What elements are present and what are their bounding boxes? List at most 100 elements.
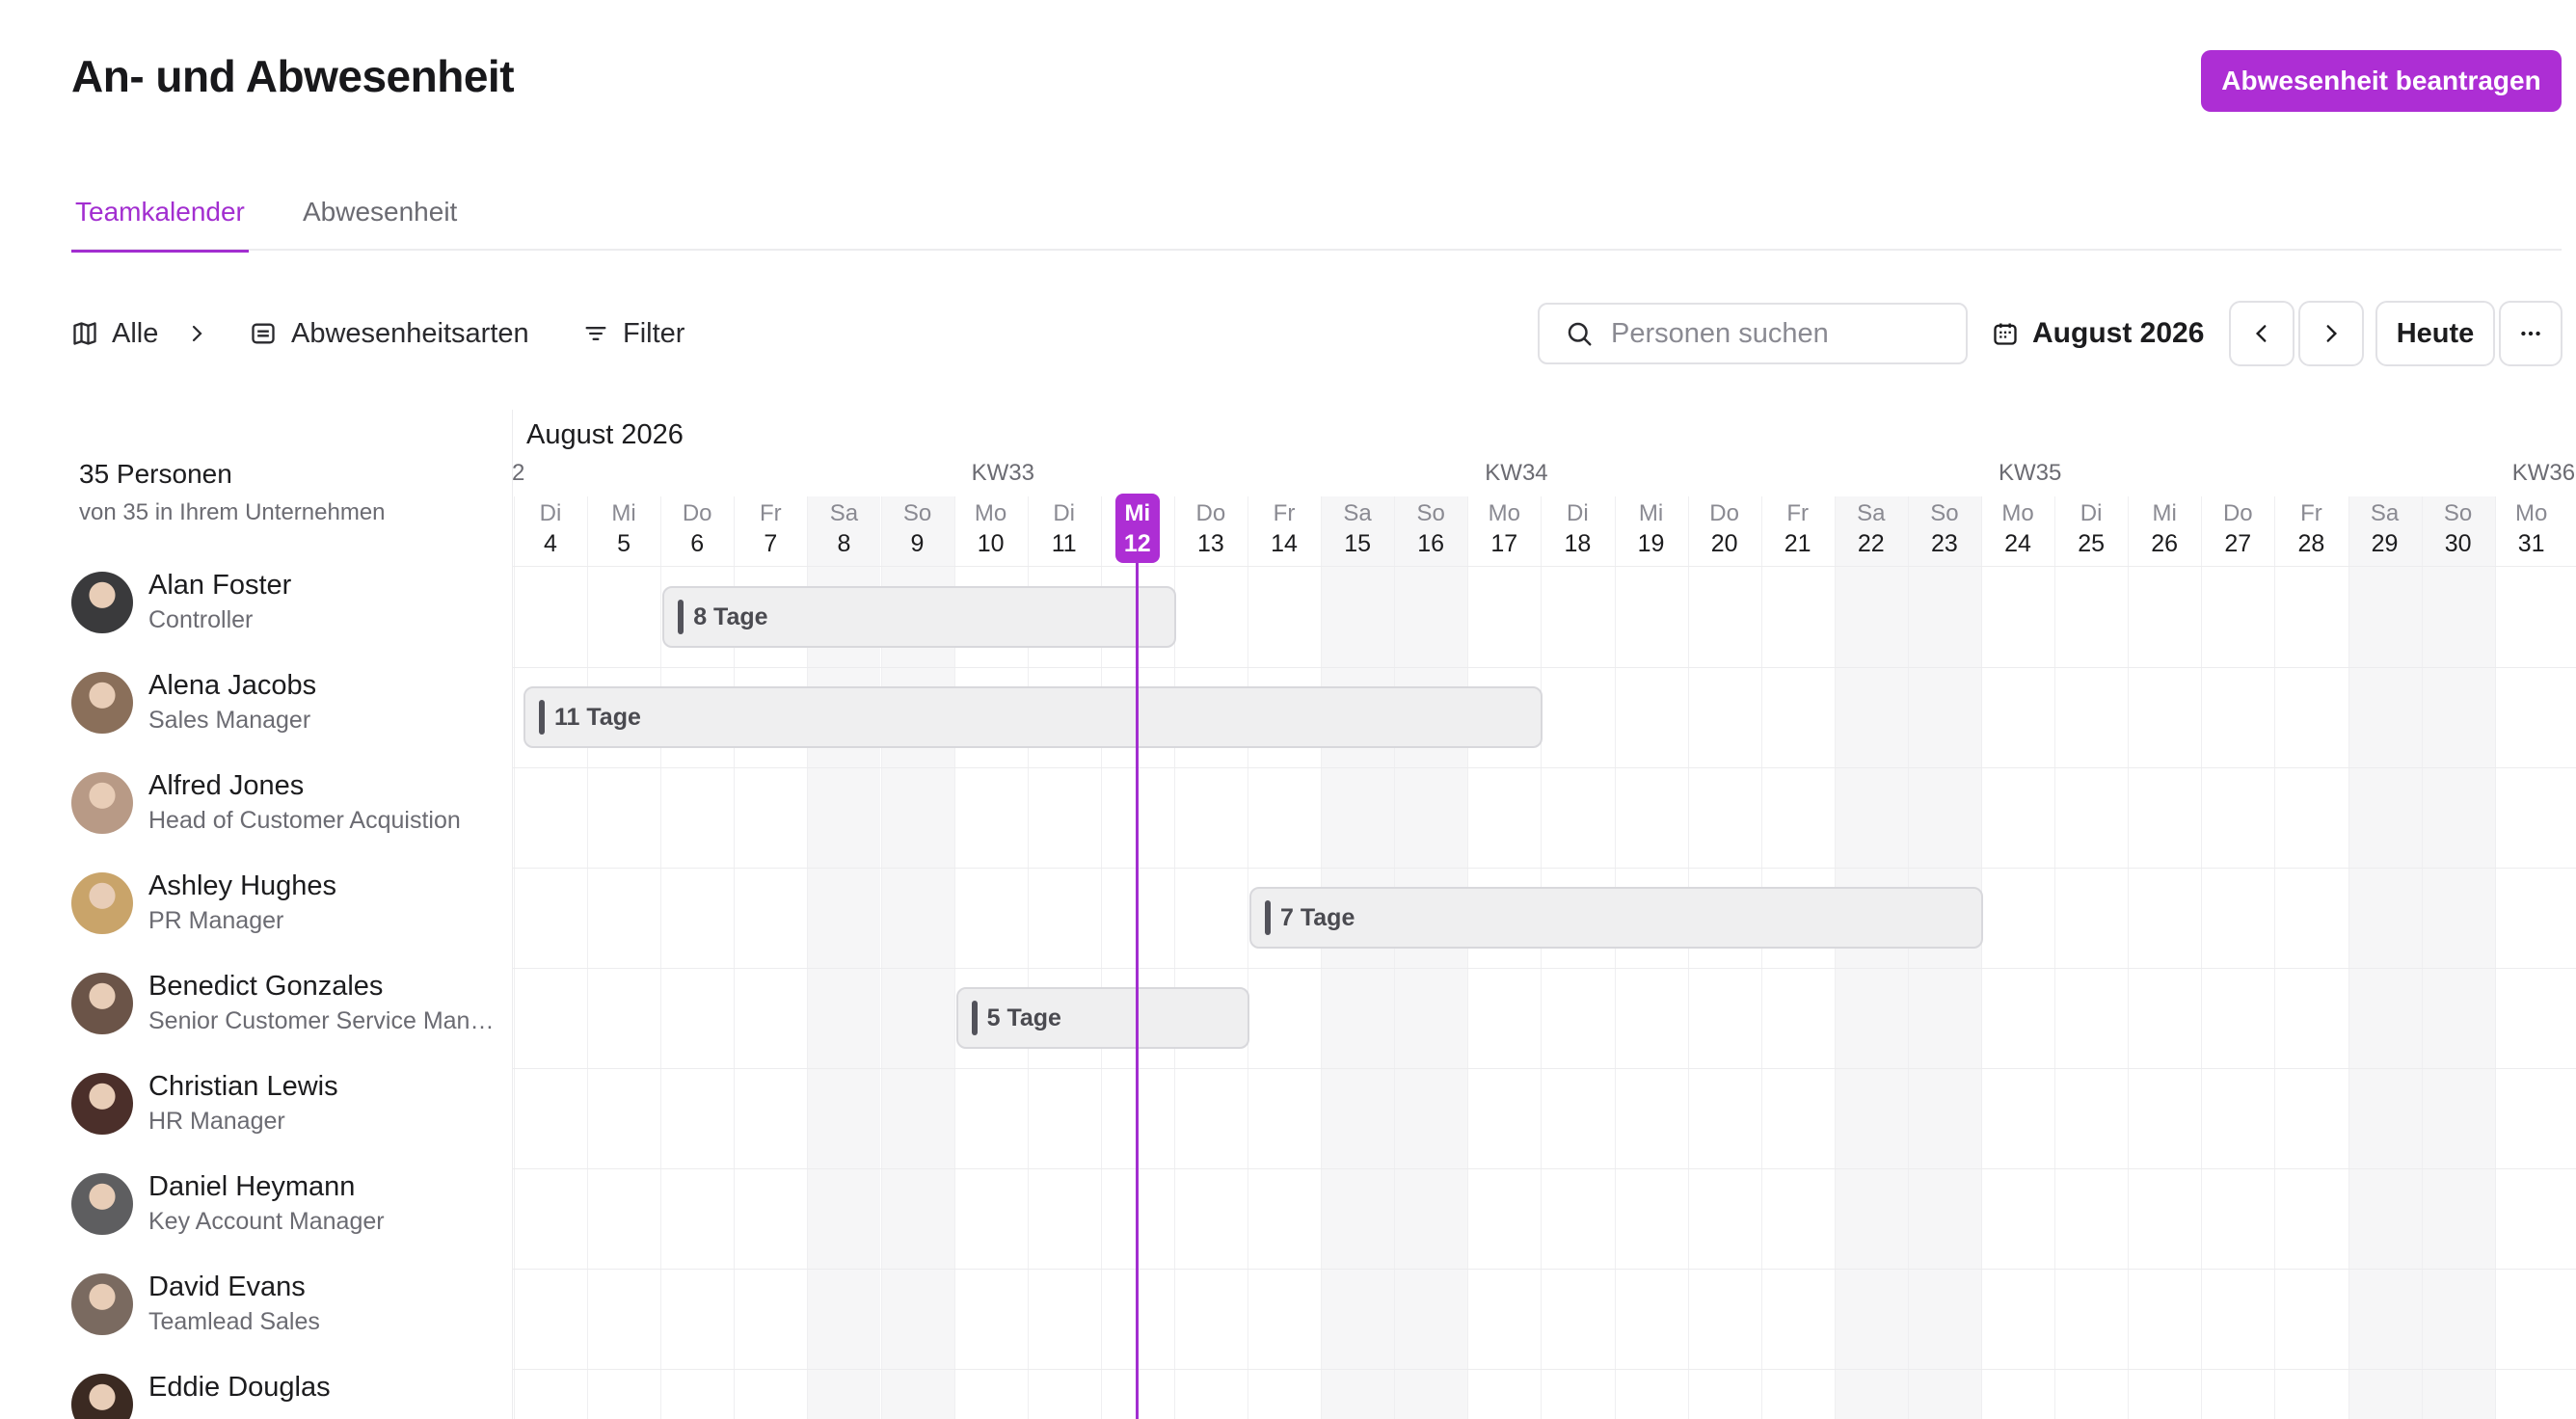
day-header[interactable]: Sa 8: [807, 496, 880, 560]
avatar: [71, 672, 133, 734]
day-header[interactable]: Di 25: [2054, 496, 2128, 560]
grid-line: [1834, 496, 1836, 1419]
day-name: Di: [2080, 500, 2103, 526]
more-options-button[interactable]: [2499, 301, 2563, 366]
absence-types-label: Abwesenheitsarten: [291, 317, 529, 349]
grid-line: [1321, 496, 1323, 1419]
avatar: [71, 772, 133, 834]
day-header[interactable]: Mi 12: [1101, 496, 1174, 560]
absence-bar[interactable]: 11 Tage: [523, 686, 1543, 748]
grid-line: [1541, 496, 1543, 1419]
day-header[interactable]: So 30: [2422, 496, 2495, 560]
day-header[interactable]: Do 27: [2201, 496, 2274, 560]
day-number: 17: [1490, 530, 1518, 557]
day-header[interactable]: Di 4: [514, 496, 587, 560]
absence-color-tick: [539, 700, 545, 735]
scope-label: Alle: [112, 317, 159, 349]
person-row[interactable]: Christian Lewis HR Manager: [71, 1063, 496, 1150]
person-name: Alena Jacobs: [148, 670, 317, 701]
day-name: Fr: [2300, 500, 2322, 526]
day-column: [1907, 496, 1981, 1419]
day-number: 5: [617, 530, 631, 557]
day-header[interactable]: Do 20: [1688, 496, 1761, 560]
grid-line: [2054, 496, 2056, 1419]
person-role: Key Account Manager: [148, 1208, 385, 1235]
day-number: 20: [1710, 530, 1738, 557]
person-role: HR Manager: [148, 1108, 285, 1135]
day-header[interactable]: Do 13: [1174, 496, 1248, 560]
scope-selector[interactable]: Alle: [71, 314, 158, 353]
person-role: Head of Customer Acquistion: [148, 807, 461, 834]
absence-types-button[interactable]: Abwesenheitsarten: [249, 314, 529, 353]
day-name: Do: [1709, 500, 1739, 526]
day-header[interactable]: Mi 26: [2128, 496, 2201, 560]
day-header[interactable]: Mi 5: [587, 496, 660, 560]
day-header[interactable]: Mo 24: [1981, 496, 2054, 560]
avatar: [71, 1173, 133, 1235]
day-number: 8: [837, 530, 851, 557]
day-header[interactable]: Mo 10: [954, 496, 1028, 560]
day-number: 27: [2224, 530, 2252, 557]
day-number: 9: [910, 530, 925, 557]
day-name: Do: [2222, 500, 2253, 526]
calendar-left-border: [512, 410, 513, 1419]
day-name: Fr: [1786, 500, 1810, 526]
day-header[interactable]: Fr 14: [1248, 496, 1321, 560]
previous-month-button[interactable]: [2229, 301, 2294, 366]
tab-abwesenheit[interactable]: Abwesenheit: [303, 197, 457, 251]
today-marker-line: [1136, 563, 1140, 1419]
day-header[interactable]: Do 6: [660, 496, 734, 560]
person-name: Christian Lewis: [148, 1071, 338, 1102]
person-name: Alfred Jones: [148, 770, 305, 801]
day-header[interactable]: Sa 29: [2348, 496, 2422, 560]
request-absence-button[interactable]: Abwesenheit beantragen: [2201, 50, 2562, 112]
day-header[interactable]: Mo 17: [1467, 496, 1541, 560]
person-row[interactable]: Alan Foster Controller: [71, 562, 496, 649]
day-header[interactable]: So 16: [1394, 496, 1467, 560]
person-row[interactable]: Ashley Hughes PR Manager: [71, 863, 496, 950]
person-row[interactable]: Daniel Heymann Key Account Manager: [71, 1164, 496, 1250]
absence-bar[interactable]: 5 Tage: [955, 987, 1249, 1049]
scope-expand-button[interactable]: [185, 314, 208, 353]
day-number: 31: [2517, 530, 2545, 557]
day-header[interactable]: Sa 22: [1835, 496, 1908, 560]
month-picker[interactable]: August 2026: [1992, 314, 2204, 353]
search-input[interactable]: [1611, 317, 1958, 350]
absence-bar[interactable]: 7 Tage: [1249, 887, 1983, 949]
day-number: 24: [2004, 530, 2031, 557]
day-name: Sa: [1343, 500, 1372, 526]
row-divider: [512, 1068, 2576, 1069]
day-header[interactable]: Mi 19: [1615, 496, 1688, 560]
person-row[interactable]: Alfred Jones Head of Customer Acquistion: [71, 763, 496, 849]
list-box-icon: [252, 323, 275, 344]
day-header[interactable]: Fr 7: [734, 496, 807, 560]
day-header[interactable]: Fr 21: [1761, 496, 1835, 560]
person-row[interactable]: David Evans Teamlead Sales: [71, 1264, 496, 1351]
absence-color-tick: [971, 1001, 978, 1035]
today-button[interactable]: Heute: [2375, 301, 2495, 366]
absence-bar[interactable]: 8 Tage: [662, 586, 1176, 648]
day-name: Fr: [1273, 500, 1296, 526]
day-header[interactable]: So 9: [881, 496, 954, 560]
filter-button[interactable]: Filter: [582, 314, 684, 353]
day-header[interactable]: Di 11: [1028, 496, 1101, 560]
day-number: 23: [1930, 530, 1958, 557]
person-row[interactable]: Benedict Gonzales Senior Customer Service…: [71, 963, 496, 1050]
day-header[interactable]: So 23: [1908, 496, 1981, 560]
person-role: Teamlead Sales: [148, 1308, 320, 1335]
day-number: 14: [1271, 530, 1298, 557]
day-header[interactable]: Di 18: [1541, 496, 1614, 560]
person-row[interactable]: Eddie Douglas: [71, 1364, 496, 1419]
next-month-button[interactable]: [2298, 301, 2364, 366]
person-role: Sales Manager: [148, 707, 311, 734]
grid-line: [2128, 496, 2130, 1419]
day-name: Di: [539, 500, 562, 526]
person-row[interactable]: Alena Jacobs Sales Manager: [71, 662, 496, 749]
person-search[interactable]: [1538, 303, 1968, 364]
day-name: Mo: [2001, 500, 2034, 526]
day-header[interactable]: Fr 28: [2274, 496, 2348, 560]
tab-teamkalender[interactable]: Teamkalender: [71, 197, 249, 253]
day-header[interactable]: Sa 15: [1321, 496, 1394, 560]
header-divider: [512, 566, 2576, 567]
day-header[interactable]: Mo 31: [2495, 496, 2568, 560]
